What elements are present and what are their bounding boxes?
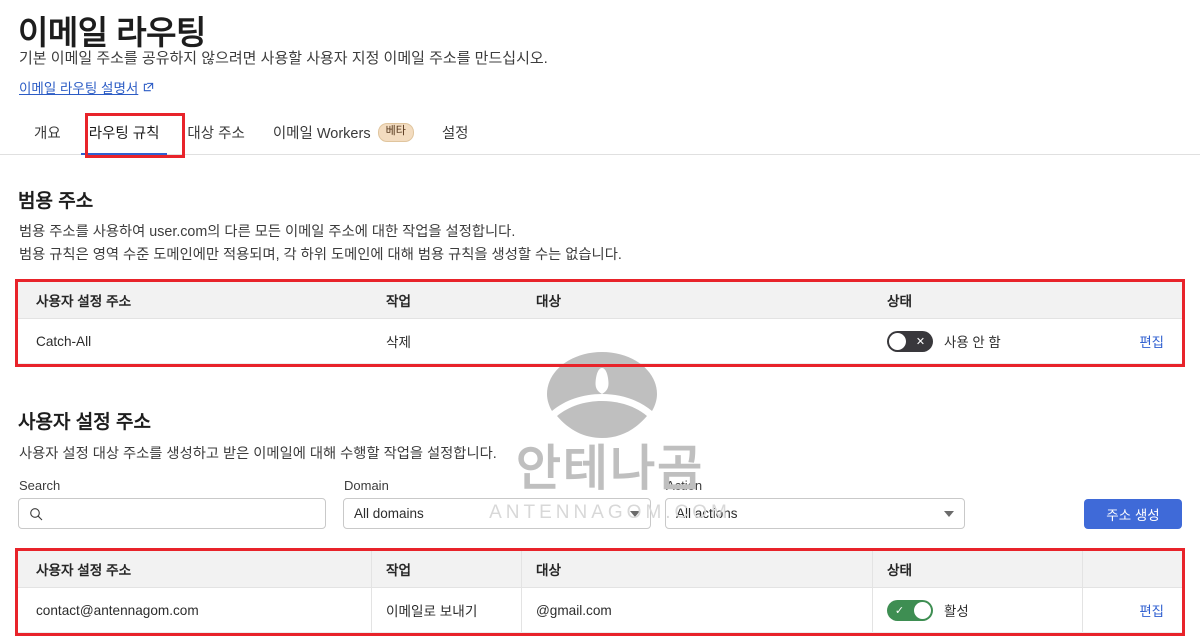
domain-label: Domain xyxy=(344,478,389,493)
toggle-knob xyxy=(889,332,906,350)
beta-badge: 베타 xyxy=(377,123,414,142)
antennagom-logo-icon xyxy=(547,352,657,438)
tab-bar: 개요 라우팅 규칙 대상 주소 이메일 Workers 베타 설정 xyxy=(0,118,1200,155)
action-label: Action xyxy=(666,478,703,493)
tab-destination-addresses-label: 대상 주소 xyxy=(187,126,245,142)
tab-email-workers-label: 이메일 Workers xyxy=(272,126,371,142)
tab-destination-addresses[interactable]: 대상 주소 xyxy=(173,118,258,155)
tab-routing-rules[interactable]: 라우팅 규칙 xyxy=(75,118,174,155)
tab-overview[interactable]: 개요 xyxy=(20,118,75,155)
custom-addresses-heading: 사용자 설정 주소 xyxy=(18,412,151,433)
table-row: contact@antennagom.com 이메일로 보내기 @gmail.c… xyxy=(18,588,1182,633)
col-header-action: 작업 xyxy=(372,551,522,587)
cell-edit: 편집 xyxy=(1083,331,1182,351)
status-badge: 사용 안 함 xyxy=(944,335,1001,350)
cell-status: ✓ 활성 xyxy=(873,588,1083,632)
col-header-target: 대상 xyxy=(536,294,562,309)
chevron-down-icon xyxy=(944,510,954,517)
chevron-down-icon xyxy=(630,510,640,517)
col-header-target: 대상 xyxy=(522,551,873,587)
action-select-value: All actions xyxy=(676,506,738,521)
email-routing-page: 안테나곰 ANTENNAGOM.COM 이메일 라우팅 기본 이메일 주소를 공… xyxy=(0,0,1200,643)
custom-table-header: 사용자 설정 주소 작업 대상 상태 xyxy=(18,551,1182,588)
col-header-action: 작업 xyxy=(386,294,412,309)
status-toggle[interactable]: ✕ xyxy=(887,330,933,352)
tab-settings[interactable]: 설정 xyxy=(428,118,483,155)
col-header-status: 상태 xyxy=(873,551,1083,587)
edit-link[interactable]: 편집 xyxy=(1139,335,1164,350)
custom-addresses-description: 사용자 설정 대상 주소를 생성하고 받은 이메일에 대해 수행할 작업을 설정… xyxy=(19,446,497,462)
catch-all-description-line2: 범용 규칙은 영역 수준 도메인에만 적용되며, 각 하위 도메인에 대해 범용… xyxy=(19,247,622,263)
toggle-off-icon: ✕ xyxy=(915,335,926,348)
catch-all-table: 사용자 설정 주소 작업 대상 상태 Catch-All 삭제 ✕ 사용 안 함… xyxy=(18,282,1182,364)
cell-address: Catch-All xyxy=(36,333,92,349)
documentation-link[interactable]: 이메일 라우팅 설명서 xyxy=(19,77,154,97)
documentation-link-label: 이메일 라우팅 설명서 xyxy=(19,81,139,96)
custom-addresses-table: 사용자 설정 주소 작업 대상 상태 contact@antennagom.co… xyxy=(18,551,1182,633)
col-header-address: 사용자 설정 주소 xyxy=(18,551,372,587)
edit-link[interactable]: 편집 xyxy=(1139,604,1164,619)
search-label: Search xyxy=(19,478,61,493)
tab-routing-rules-label: 라우팅 규칙 xyxy=(88,126,160,142)
domain-select-value: All domains xyxy=(354,506,424,521)
catch-all-table-header: 사용자 설정 주소 작업 대상 상태 xyxy=(18,282,1182,319)
status-toggle[interactable]: ✓ xyxy=(887,599,933,621)
catch-all-description-line1: 범용 주소를 사용하여 user.com의 다른 모든 이메일 주소에 대한 작… xyxy=(19,224,516,240)
external-link-icon xyxy=(144,82,154,91)
tab-settings-label: 설정 xyxy=(441,126,469,142)
status-badge: 활성 xyxy=(944,604,969,619)
toggle-knob xyxy=(914,601,931,619)
cell-action: 이메일로 보내기 xyxy=(372,588,522,632)
cell-action: 삭제 xyxy=(386,335,412,350)
page-subtitle: 기본 이메일 주소를 공유하지 않으려면 사용할 사용자 지정 이메일 주소를 … xyxy=(19,50,548,67)
table-row: Catch-All 삭제 ✕ 사용 안 함 편집 xyxy=(18,319,1182,364)
tab-email-workers[interactable]: 이메일 Workers 베타 xyxy=(259,118,428,155)
catch-all-heading: 범용 주소 xyxy=(18,191,94,212)
search-icon xyxy=(30,507,43,520)
cell-edit: 편집 xyxy=(1083,600,1182,620)
col-header-address: 사용자 설정 주소 xyxy=(36,294,132,309)
search-input[interactable] xyxy=(18,498,326,529)
col-header-status: 상태 xyxy=(887,294,913,309)
create-address-button[interactable]: 주소 생성 xyxy=(1084,499,1182,529)
cell-status: ✕ 사용 안 함 xyxy=(873,330,1083,352)
domain-select[interactable]: All domains xyxy=(343,498,651,529)
watermark-korean-text: 안테나곰 xyxy=(515,440,705,497)
toggle-on-icon: ✓ xyxy=(894,604,905,617)
tab-overview-label: 개요 xyxy=(34,126,61,142)
cell-address: contact@antennagom.com xyxy=(18,588,372,632)
action-select[interactable]: All actions xyxy=(665,498,965,529)
cell-target: @gmail.com xyxy=(522,588,873,632)
